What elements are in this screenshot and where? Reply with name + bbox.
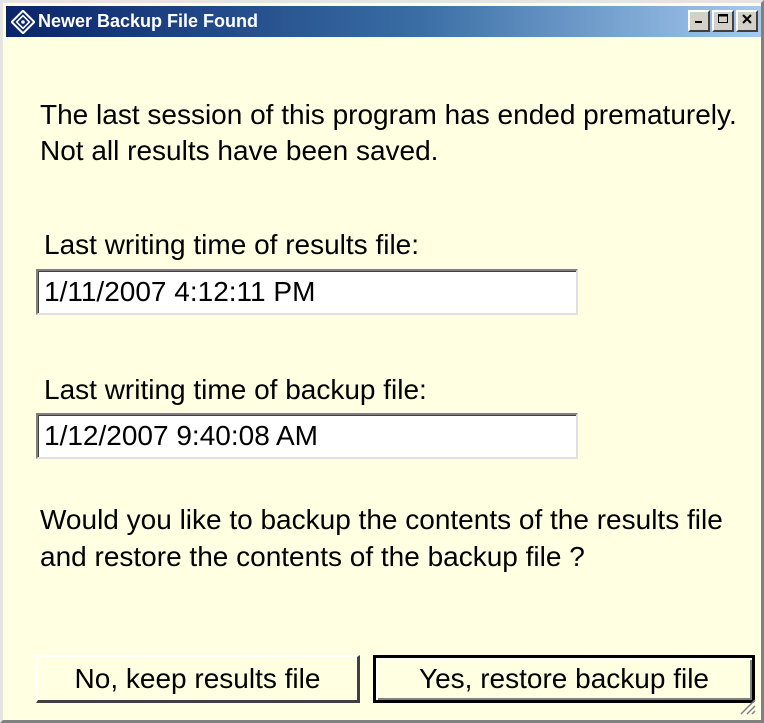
backup-time-label: Last writing time of backup file: [44,374,427,405]
dialog-content: The last session of this program has end… [3,3,761,720]
restore-question: Would you like to backup the contents of… [40,504,723,572]
dialog-window: Newer Backup File Found The last session… [0,0,764,723]
backup-time-field[interactable] [36,413,578,459]
restore-backup-button[interactable]: Yes, restore backup file [373,655,755,703]
resize-grip-icon[interactable] [735,694,757,716]
keep-results-button[interactable]: No, keep results file [36,655,360,703]
results-time-label: Last writing time of results file: [44,229,420,260]
results-time-field[interactable] [36,269,578,315]
session-message: The last session of this program has end… [40,99,737,166]
